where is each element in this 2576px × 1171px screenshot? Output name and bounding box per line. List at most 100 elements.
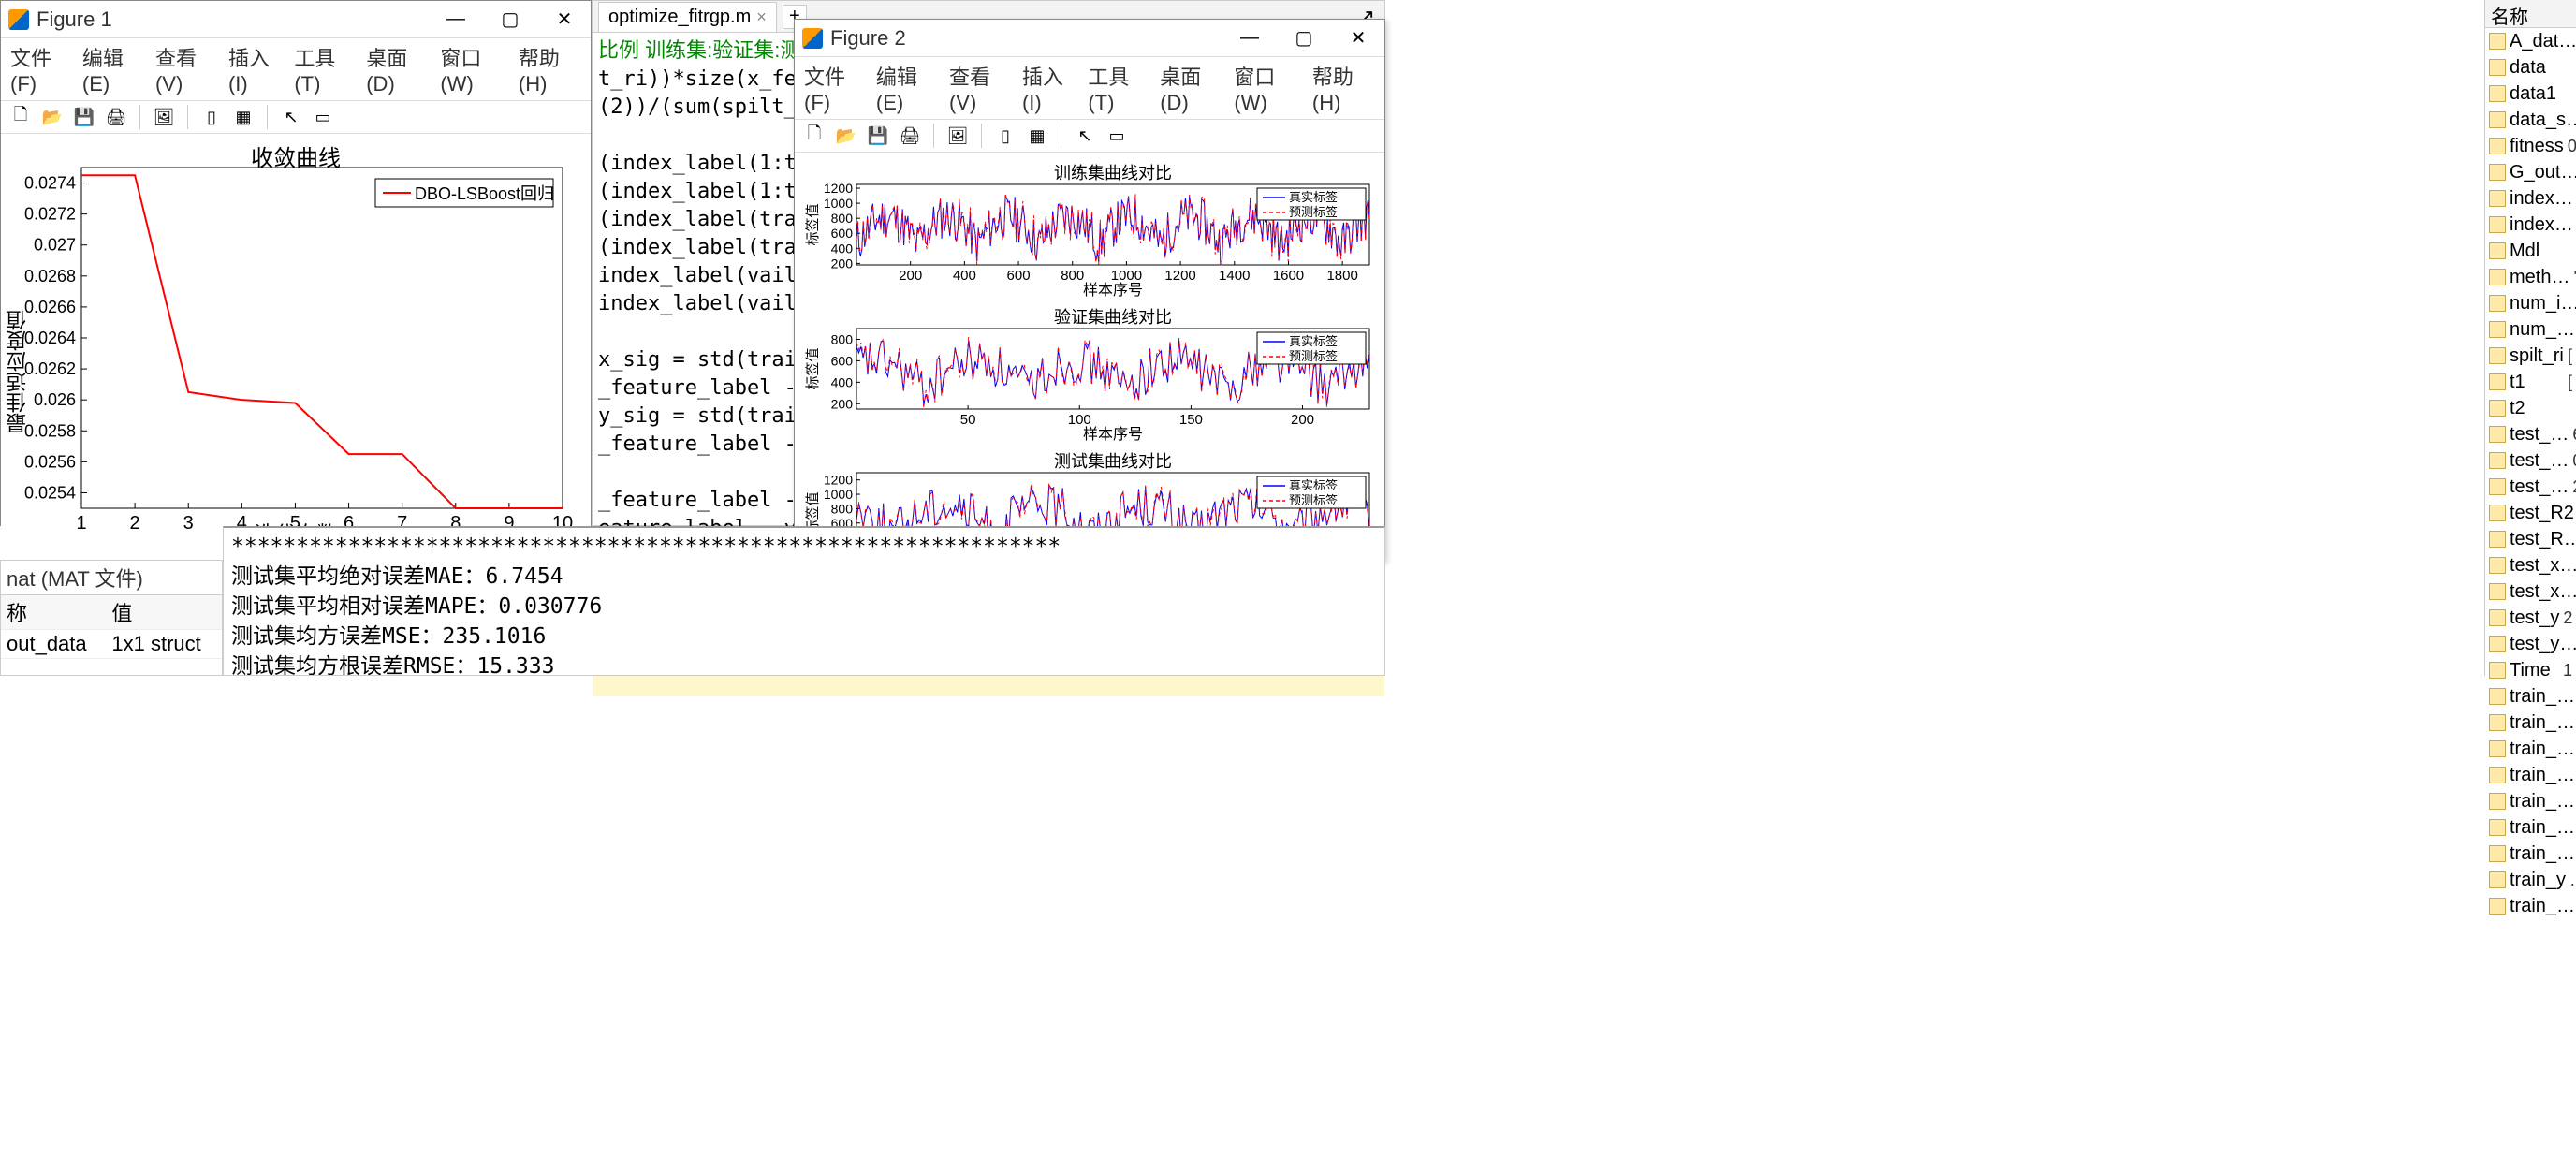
workspace-var[interactable]: test_y2 [2485, 605, 2576, 631]
ws-col-name[interactable]: 称 [1, 595, 106, 630]
rect-icon[interactable]: ▭ [1105, 124, 1129, 148]
menu-item[interactable]: 桌面(D) [366, 42, 429, 96]
editor-tab[interactable]: optimize_fitrgp.m × [598, 2, 777, 32]
workspace-var[interactable]: t2 [2485, 395, 2576, 421]
open-icon[interactable]: 📂 [834, 124, 858, 148]
svg-text:1200: 1200 [1164, 268, 1195, 284]
figure1-titlebar[interactable]: Figure 1 — ▢ ✕ [1, 1, 591, 38]
workspace-var[interactable]: test_R…1 [2485, 526, 2576, 552]
rect-icon[interactable]: ▭ [311, 105, 335, 129]
copy-fig-icon[interactable]: 🖼 [945, 124, 970, 148]
menu-item[interactable]: 窗口(W) [440, 42, 507, 96]
menu-item[interactable]: 编辑(E) [876, 61, 938, 115]
prop-icon[interactable]: ▦ [231, 105, 256, 129]
save-icon[interactable]: 💾 [866, 124, 890, 148]
svg-text:测试集曲线对比: 测试集曲线对比 [1054, 452, 1172, 471]
menu-item[interactable]: 帮助(H) [519, 42, 581, 96]
workspace-var[interactable]: train_…0 [2485, 710, 2576, 736]
menu-item[interactable]: 工具(T) [294, 42, 355, 96]
workspace-var[interactable]: data1 [2485, 81, 2576, 107]
workspace-var[interactable]: train_y… [2485, 867, 2576, 893]
ws-col-value[interactable]: 值 [106, 595, 222, 630]
figure2-menubar: 文件(F)编辑(E)查看(V)插入(I)工具(T)桌面(D)窗口(W)帮助(H) [795, 57, 1384, 120]
maximize-button[interactable]: ▢ [491, 6, 529, 34]
workspace-var[interactable]: A_dat…… [2485, 28, 2576, 54]
menu-item[interactable]: 文件(F) [10, 42, 71, 96]
workspace-var[interactable]: fitness0 [2485, 133, 2576, 159]
workspace-var[interactable]: spilt_ri[ [2485, 343, 2576, 369]
workspace-var[interactable]: train_…0 [2485, 788, 2576, 814]
var-icon [2489, 531, 2506, 548]
copy-fig-icon[interactable]: 🖼 [152, 105, 176, 129]
workspace-var[interactable]: Time1 [2485, 657, 2576, 683]
menu-item[interactable]: 文件(F) [804, 61, 865, 115]
svg-text:150: 150 [1179, 412, 1203, 428]
open-icon[interactable]: 📂 [40, 105, 65, 129]
svg-text:200: 200 [831, 256, 854, 271]
workspace-var[interactable]: test_…0 [2485, 447, 2576, 474]
maximize-button[interactable]: ▢ [1285, 24, 1323, 52]
workspace-var[interactable]: test_y…2 [2485, 631, 2576, 657]
workspace-var[interactable]: test_x…2 [2485, 552, 2576, 578]
menu-item[interactable]: 查看(V) [949, 61, 1011, 115]
var-name: data [2510, 57, 2546, 79]
var-name: index… [2510, 214, 2573, 236]
menu-item[interactable]: 插入(I) [228, 42, 283, 96]
menu-item[interactable]: 帮助(H) [1312, 61, 1375, 115]
var-name: test_x… [2510, 555, 2576, 577]
figure2-titlebar[interactable]: Figure 2 — ▢ ✕ [795, 20, 1384, 57]
command-window[interactable]: ****************************************… [223, 526, 1385, 676]
workspace-var[interactable]: train_…4 [2485, 736, 2576, 762]
workspace-var[interactable]: train_…… [2485, 841, 2576, 867]
workspace-var[interactable]: index…… [2485, 185, 2576, 212]
workspace-var[interactable]: data_s…2 [2485, 107, 2576, 133]
close-button[interactable]: ✕ [546, 6, 583, 34]
figure1-axes[interactable]: 收敛曲线 最佳适应度值 0.02540.02560.02580.0260.026… [1, 134, 591, 551]
workspace-var[interactable]: test_x…2 [2485, 578, 2576, 605]
workspace-var[interactable]: index…… [2485, 212, 2576, 238]
workspace-var[interactable]: train_…3 [2485, 683, 2576, 710]
ws-header[interactable]: 名称 [2485, 0, 2576, 28]
pointer-icon[interactable]: ↖ [279, 105, 303, 129]
figure2-axes-container[interactable]: 训练集曲线对比200400600800100012001400160018002… [795, 153, 1384, 585]
print-icon[interactable]: 🖨 [898, 124, 922, 148]
workspace-var[interactable]: train_…… [2485, 893, 2576, 919]
menu-item[interactable]: 窗口(W) [1234, 61, 1301, 115]
workspace-var[interactable]: num_i…1 [2485, 290, 2576, 316]
workspace-var[interactable]: test_…2 [2485, 474, 2576, 500]
menu-item[interactable]: 插入(I) [1022, 61, 1076, 115]
close-tab-icon[interactable]: × [756, 7, 767, 27]
workspace-var[interactable]: train_…2 [2485, 814, 2576, 841]
dock-icon[interactable]: ▯ [993, 124, 1017, 148]
minimize-button[interactable]: — [437, 6, 475, 34]
dock-icon[interactable]: ▯ [199, 105, 224, 129]
workspace-var[interactable]: data [2485, 54, 2576, 81]
workspace-var[interactable]: Mdl [2485, 238, 2576, 264]
menu-item[interactable]: 工具(T) [1088, 61, 1149, 115]
save-icon[interactable]: 💾 [72, 105, 96, 129]
workspace-var[interactable]: test_…6 [2485, 421, 2576, 447]
menu-item[interactable]: 桌面(D) [1160, 61, 1222, 115]
close-button[interactable]: ✕ [1339, 24, 1377, 52]
svg-text:样本序号: 样本序号 [1083, 282, 1143, 299]
workspace-var[interactable]: test_R20 [2485, 500, 2576, 526]
workspace-var[interactable]: t1[ [2485, 369, 2576, 395]
ws-row[interactable]: out_data1x1 struct [1, 630, 222, 659]
minimize-button[interactable]: — [1231, 24, 1268, 52]
print-icon[interactable]: 🖨 [104, 105, 128, 129]
var-value: 2 [2563, 608, 2572, 628]
var-name: test_R… [2510, 529, 2576, 550]
menu-item[interactable]: 编辑(E) [82, 42, 144, 96]
new-icon[interactable]: 🗋 [802, 124, 827, 148]
workspace-var[interactable]: G_out…2 [2485, 159, 2576, 185]
var-value: … [2569, 871, 2576, 890]
new-icon[interactable]: 🗋 [8, 105, 33, 129]
pointer-icon[interactable]: ↖ [1073, 124, 1097, 148]
var-name: spilt_ri [2510, 345, 2564, 367]
workspace-var[interactable]: train_…1 [2485, 762, 2576, 788]
var-icon [2489, 557, 2506, 574]
workspace-var[interactable]: meth…' [2485, 264, 2576, 290]
workspace-var[interactable]: num_…5 [2485, 316, 2576, 343]
menu-item[interactable]: 查看(V) [155, 42, 217, 96]
prop-icon[interactable]: ▦ [1025, 124, 1049, 148]
